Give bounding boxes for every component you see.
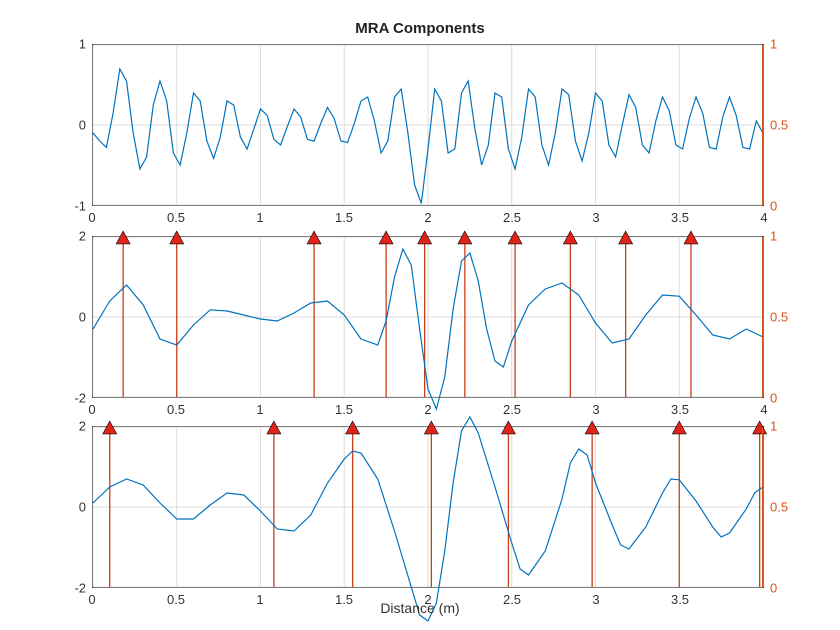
y-tick-left: 2 xyxy=(79,229,86,244)
y-tick-left: -2 xyxy=(74,391,86,406)
curve-svg-2 xyxy=(93,237,763,397)
x-tick: 0.5 xyxy=(167,210,185,225)
x-tick: 4 xyxy=(760,402,767,417)
y-tick-right: 0.5 xyxy=(770,310,788,325)
x-tick: 3 xyxy=(592,210,599,225)
plot-area-1 xyxy=(92,44,764,206)
subplot-3: -20200.5100.511.522.533.5 xyxy=(92,426,764,588)
y-tick-right: 0.5 xyxy=(770,118,788,133)
plot-area-3 xyxy=(92,426,764,588)
y-tick-right: 1 xyxy=(770,229,777,244)
x-tick: 3.5 xyxy=(671,210,689,225)
y-tick-left: 0 xyxy=(79,118,86,133)
x-tick: 3 xyxy=(592,402,599,417)
x-tick: 1 xyxy=(256,210,263,225)
y-tick-left: 0 xyxy=(79,500,86,515)
x-tick: 0 xyxy=(88,402,95,417)
y-tick-left: 2 xyxy=(79,419,86,434)
y-tick-right: 0 xyxy=(770,199,777,214)
x-tick: 2 xyxy=(424,402,431,417)
x-tick: 0 xyxy=(88,210,95,225)
x-tick: 2 xyxy=(424,210,431,225)
x-axis-label: Distance (m) xyxy=(0,600,840,616)
subplot-2: -20200.5100.511.522.533.54 xyxy=(92,236,764,398)
y-tick-left: -1 xyxy=(74,199,86,214)
y-tick-right: 0.5 xyxy=(770,500,788,515)
curve-svg-1 xyxy=(93,45,763,205)
y-tick-right: 0 xyxy=(770,391,777,406)
y-tick-left: -2 xyxy=(74,581,86,596)
x-tick: 0.5 xyxy=(167,402,185,417)
x-tick: 2.5 xyxy=(503,210,521,225)
curve-svg-3 xyxy=(93,427,763,587)
y-tick-left: 1 xyxy=(79,37,86,52)
x-tick: 1 xyxy=(256,402,263,417)
x-tick: 3.5 xyxy=(671,402,689,417)
plot-area-2 xyxy=(92,236,764,398)
x-tick: 1.5 xyxy=(335,402,353,417)
figure: MRA Components -10100.5100.511.522.533.5… xyxy=(0,0,840,630)
y-tick-right: 1 xyxy=(770,37,777,52)
chart-title: MRA Components xyxy=(0,20,840,37)
subplot-1: -10100.5100.511.522.533.54 xyxy=(92,44,764,206)
x-tick: 1.5 xyxy=(335,210,353,225)
x-tick: 2.5 xyxy=(503,402,521,417)
x-tick: 4 xyxy=(760,210,767,225)
y-tick-right: 0 xyxy=(770,581,777,596)
y-tick-right: 1 xyxy=(770,419,777,434)
y-tick-left: 0 xyxy=(79,310,86,325)
